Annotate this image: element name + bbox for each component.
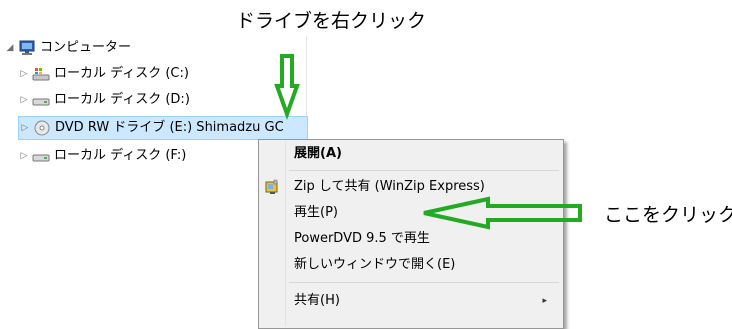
tree-item-computer[interactable]: ◢ コンピューター bbox=[4, 36, 131, 60]
menu-item-share[interactable]: 共有(H) ▸ bbox=[261, 289, 561, 313]
menu-item-play[interactable]: 再生(P) bbox=[261, 201, 561, 225]
hard-drive-icon bbox=[32, 92, 50, 108]
submenu-arrow-icon: ▸ bbox=[542, 296, 547, 306]
context-menu: 展開(A) Zip して共有 (WinZip Express) 再生(P) Po… bbox=[258, 139, 564, 329]
computer-icon bbox=[18, 40, 36, 56]
menu-item-expand[interactable]: 展開(A) bbox=[261, 142, 561, 166]
dvd-drive-icon bbox=[33, 120, 51, 136]
winzip-icon bbox=[264, 179, 280, 195]
tree-item-drive-c[interactable]: ▷ ローカル ディスク (C:) bbox=[18, 62, 189, 86]
hard-drive-icon bbox=[32, 148, 50, 164]
menu-item-zip-share[interactable]: Zip して共有 (WinZip Express) bbox=[261, 175, 561, 199]
tree-item-label: DVD RW ドライブ (E:) Shimadzu GC bbox=[55, 120, 284, 135]
tree-item-label: ローカル ディスク (C:) bbox=[54, 66, 189, 81]
collapsed-arrow-icon[interactable]: ▷ bbox=[18, 62, 30, 86]
tree-item-drive-d[interactable]: ▷ ローカル ディスク (D:) bbox=[18, 88, 190, 112]
tree-item-drive-e-selected[interactable]: ▷ DVD RW ドライブ (E:) Shimadzu GC bbox=[18, 116, 308, 140]
collapsed-arrow-icon[interactable]: ▷ bbox=[19, 116, 31, 140]
menu-item-open-new-window[interactable]: 新しいウィンドウで開く(E) bbox=[261, 253, 561, 277]
menu-item-label: 共有(H) bbox=[294, 293, 340, 308]
expanded-arrow-icon[interactable]: ◢ bbox=[4, 36, 16, 60]
menu-item-label: Zip して共有 (WinZip Express) bbox=[294, 179, 485, 194]
menu-item-play-powerdvd[interactable]: PowerDVD 9.5 で再生 bbox=[261, 227, 561, 251]
menu-separator bbox=[289, 170, 559, 171]
annotation-caption-right-click: ドライブを右クリック bbox=[236, 10, 427, 32]
collapsed-arrow-icon[interactable]: ▷ bbox=[18, 88, 30, 112]
tree-item-label: ローカル ディスク (F:) bbox=[54, 148, 187, 163]
tree-item-label: コンピューター bbox=[40, 40, 132, 55]
menu-separator bbox=[289, 282, 559, 283]
annotation-caption-click-here: ここをクリック bbox=[604, 204, 732, 226]
tree-item-drive-f[interactable]: ▷ ローカル ディスク (F:) bbox=[18, 144, 187, 168]
tree-item-label: ローカル ディスク (D:) bbox=[54, 92, 190, 107]
system-drive-icon bbox=[32, 66, 50, 82]
collapsed-arrow-icon[interactable]: ▷ bbox=[18, 144, 30, 168]
